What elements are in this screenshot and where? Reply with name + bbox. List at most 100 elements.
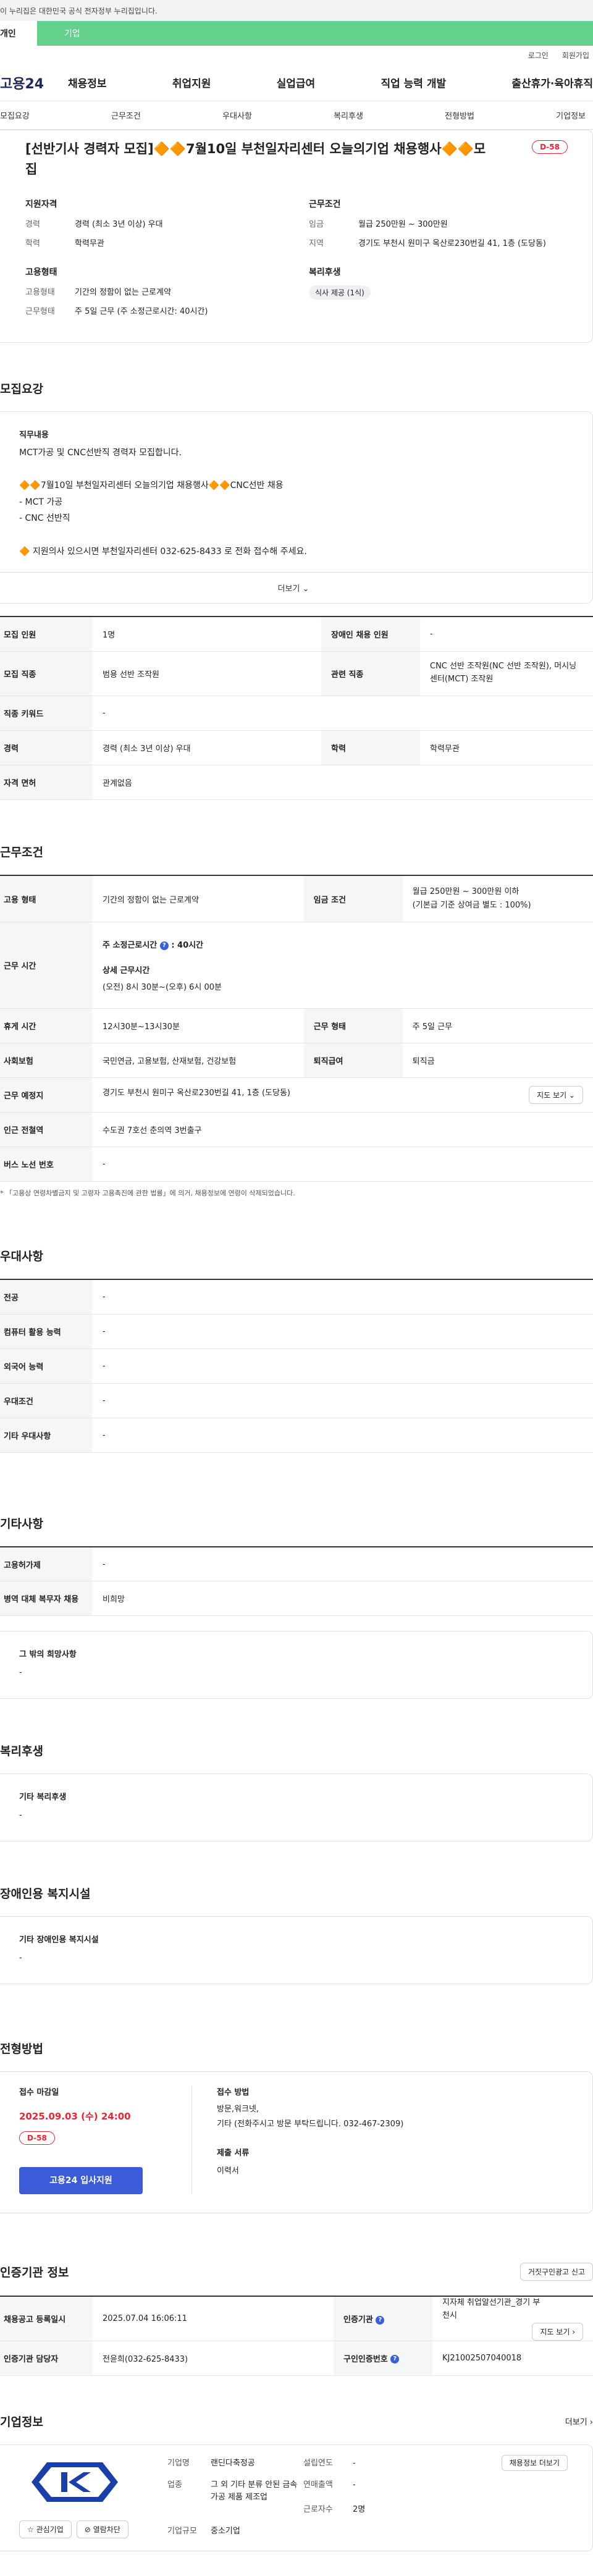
table-row: 전공 -: [0, 1279, 593, 1315]
company-name: 랜딘다축정공: [211, 2458, 255, 2468]
tab-company[interactable]: 기업: [37, 21, 593, 46]
table-row: 사회보험 국민연금, 고용보험, 산재보험, 건강보험 퇴직급여 퇴직금: [0, 1043, 593, 1079]
th: 병역 대체 복무자 채용: [0, 1581, 93, 1617]
report-fake-ad-button[interactable]: 거짓구인광고 신고: [519, 2263, 593, 2281]
th: 인증기관 담당자: [0, 2341, 93, 2376]
label: 고용형태: [25, 288, 55, 298]
anchor-company[interactable]: 기업정보: [556, 109, 586, 121]
benefit-heading: 기타 복리후생: [19, 1793, 67, 1803]
gnb-job-info[interactable]: 채용정보: [68, 75, 107, 90]
td: 2025.07.04 16:06:11: [93, 2296, 334, 2341]
more-button[interactable]: 더보기 ⌄: [0, 572, 592, 603]
anchor-work[interactable]: 근무조건: [111, 109, 141, 121]
table-row: 버스 노선 번호 -: [0, 1147, 593, 1182]
table-row: 채용공고 등록일시 2025.07.04 16:06:11 인증기관 ? 지자체 취업…: [0, 2296, 593, 2341]
anchor-benefit[interactable]: 복리후생: [334, 109, 363, 121]
label: 기업규모: [167, 2526, 197, 2536]
td: -: [93, 1349, 593, 1384]
login-link[interactable]: 로그인: [528, 50, 549, 61]
label: 지역: [309, 239, 324, 249]
td: 수도권 7호선 춘의역 3번출구: [93, 1112, 593, 1148]
etc-table: 고용허가제 - 병역 대체 복무자 채용 비희망: [0, 1546, 593, 1617]
anchor-preference[interactable]: 우대사항: [222, 109, 252, 121]
company-logo-area: ☆ 관심기업 ⊘ 열람차단: [19, 2457, 167, 2538]
signup-link[interactable]: 회원가입: [562, 50, 589, 61]
td: -: [93, 1279, 593, 1315]
info-icon[interactable]: ?: [376, 2315, 385, 2325]
dday-badge: D-58: [532, 140, 568, 154]
other-heading: 그 밖의 희망사항: [19, 1650, 77, 1660]
favorite-company-button[interactable]: ☆ 관심기업: [19, 2520, 72, 2538]
company-workers: 2명: [353, 2505, 366, 2515]
info-icon[interactable]: ?: [390, 2355, 400, 2364]
wage-value: 월급 250만원 ~ 300만원: [358, 220, 448, 230]
th: 사회보험: [0, 1043, 93, 1079]
label: 설립연도: [303, 2458, 333, 2468]
user-type-tabs: 개인 기업: [0, 21, 593, 46]
label: 경력: [25, 220, 40, 230]
section-anchor-nav: 모집요강 근무조건 우대사항 복리후생 전형방법 기업정보: [0, 101, 593, 130]
cert-map-button[interactable]: 지도 보기 ›: [532, 2322, 583, 2341]
work-table: 고용 형태 기간의 정함이 없는 근로계약 임금 조건 월급 250만원 ~ 300만…: [0, 874, 593, 1182]
th: 임금 조건: [303, 874, 403, 923]
map-view-button[interactable]: 지도 보기 ⌄: [529, 1086, 583, 1105]
table-row: 외국어 능력 -: [0, 1349, 593, 1384]
gnb-employment-support[interactable]: 취업지원: [172, 75, 211, 90]
gnb-unemployment-benefit[interactable]: 실업급여: [277, 75, 316, 90]
label: 근로자수: [303, 2505, 333, 2515]
table-row: 근무 시간 주 소정근로시간 ? : 40시간 상세 근무시간 (오전) 8시 …: [0, 922, 593, 1009]
th: 전공: [0, 1279, 93, 1315]
th: 근무 형태: [303, 1008, 403, 1044]
preference-table: 전공 - 컴퓨터 활용 능력 - 외국어 능력 - 우대조건 - 기타 우대사항 -: [0, 1279, 593, 1453]
company-jobs-button[interactable]: 채용정보 더보기: [501, 2454, 568, 2471]
company-founded: -: [353, 2458, 356, 2468]
label: 근무형태: [25, 307, 55, 317]
td: -: [93, 1314, 593, 1349]
apply-right: 접수 방법 방문,워크넷, 기타 (전화주시고 방문 부탁드립니다. 032-4…: [192, 2086, 568, 2194]
summary-employment: 고용형태 고용형태 기간의 정함이 없는 근로계약 근무형태 주 5일 근무 (주 …: [25, 266, 284, 324]
apply-button[interactable]: 고용24 입사지원: [19, 2167, 143, 2195]
weekly-hours-value: : 40시간: [171, 941, 204, 951]
th: 채용공고 등록일시: [0, 2296, 93, 2341]
disabled-value: -: [19, 1953, 22, 1963]
cert-agency-label: 인증기관: [343, 2315, 373, 2325]
table-row: 고용허가제 -: [0, 1546, 593, 1582]
age-note: * 「고용상 연령차별금지 및 고령자 고용촉진에 관한 법률」에 의거, 채용…: [0, 1189, 295, 1198]
company-industry: 그 외 기타 분류 안된 금속 가공 제품 제조업: [211, 2480, 298, 2502]
welfare-heading: 복리후생: [309, 267, 341, 278]
conditions-heading: 근무조건: [309, 200, 341, 210]
company-more-link[interactable]: 더보기 ›: [565, 2415, 593, 2427]
th: 직종 키워드: [0, 696, 93, 731]
info-icon[interactable]: ?: [159, 941, 169, 950]
gnb-parental-leave[interactable]: 출산휴가·육아휴직: [511, 75, 593, 90]
anchor-selection[interactable]: 전형방법: [445, 109, 474, 121]
th: 우대조건: [0, 1383, 93, 1418]
td: 12시30분~13시30분: [93, 1008, 304, 1044]
table-row: 근무 예정지 경기도 부천시 원미구 옥산로230번길 41, 1층 (도당동) 지…: [0, 1077, 593, 1113]
job-heading: 직무내용: [19, 431, 49, 440]
cert-agency-th: 인증기관 ?: [334, 2296, 432, 2341]
work-shape-value: 주 5일 근무 (주 소정근로시간: 40시간): [75, 307, 208, 317]
cert-header: 인증기관 정보 거짓구인광고 신고: [0, 2263, 593, 2281]
td: -: [93, 1546, 593, 1582]
td: -: [93, 1147, 593, 1182]
recruit-section-title: 모집요강: [0, 382, 43, 397]
th: 근무 시간: [0, 922, 93, 1009]
summary-welfare: 복리후생 식사 제공 (1식): [309, 266, 568, 324]
tab-personal[interactable]: 개인: [0, 21, 37, 46]
benefit-value: -: [19, 1811, 22, 1820]
anchor-recruit[interactable]: 모집요강: [0, 109, 30, 121]
th: 인근 전철역: [0, 1112, 93, 1148]
company-sales: -: [353, 2480, 356, 2490]
table-row: 모집 인원 1명 장애인 채용 인원 -: [0, 616, 593, 652]
gnb-skills-development[interactable]: 직업 능력 개발: [381, 75, 446, 90]
block-company-button[interactable]: ⊘ 열람차단: [76, 2520, 128, 2538]
gov-banner: 이 누리집은 대한민국 공식 전자정부 누리집입니다.: [0, 0, 593, 21]
th: 관련 직종: [321, 651, 420, 696]
utility-nav: 로그인 회원가입: [0, 46, 593, 64]
logo[interactable]: 고용24: [0, 73, 68, 93]
deadline-value: 2025.09.03 (수) 24:00: [19, 2111, 131, 2123]
docs-label: 제출 서류: [217, 2149, 250, 2158]
td: 경력 (최소 3년 이상) 우대: [93, 730, 321, 765]
cert-agency-value: 지자체 취업알선기관_경기 부천시: [442, 2298, 540, 2321]
